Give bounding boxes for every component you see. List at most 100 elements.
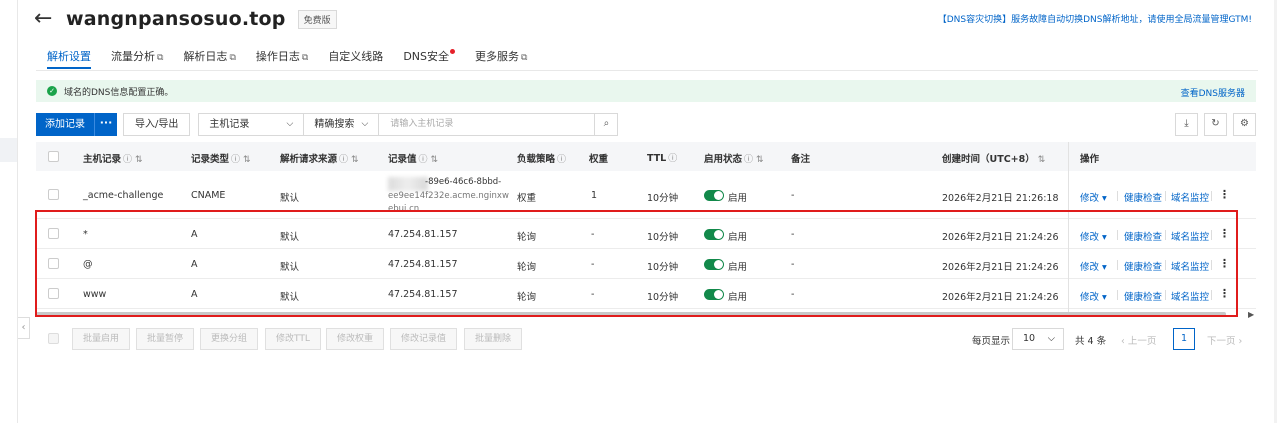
table-header: 主机记录 ⓘ ⇅ 记录类型 ⓘ ⇅ 解析请求来源 ⓘ ⇅ 记录值 ⓘ ⇅ 负载策略 ⓘ 权重 TT… [36, 142, 1256, 171]
bulk-enable-button[interactable]: 批量启用 [72, 328, 131, 350]
tab-dns-settings[interactable]: 解析设置 [47, 48, 91, 70]
external-link-icon: ⧉ [229, 53, 236, 63]
cell-ttl: 10分钟 [647, 193, 679, 204]
dns-status-alert: ✓ 域名的DNS信息配置正确。 查看DNS服务器 [36, 80, 1256, 102]
cell-value: ee9ee14f232e.acme.nginxw [388, 191, 509, 201]
add-record-button[interactable]: 添加记录 [36, 113, 94, 136]
chevron-down-icon: ⌵ [361, 119, 369, 129]
cell-value: -89e6-46c6-8bbd- [425, 177, 502, 187]
select-all-checkbox[interactable] [48, 151, 59, 162]
col-status: 启用状态 ⓘ ⇅ [704, 154, 764, 165]
page-scrollbar[interactable] [1274, 0, 1277, 423]
page-title: wangnpansosuo.top [66, 8, 286, 30]
plan-badge: 免费版 [297, 9, 337, 29]
footer-select-all-checkbox[interactable] [48, 333, 59, 344]
bulk-pause-button[interactable]: 批量暂停 [136, 328, 195, 350]
sort-icon[interactable]: ⇅ [1038, 155, 1046, 165]
help-icon: ⓘ [123, 155, 133, 165]
field-select[interactable]: 主机记录 ⌵ [198, 113, 305, 136]
search-icon[interactable]: ⌕ [595, 113, 619, 136]
help-icon: ⓘ [231, 155, 241, 165]
col-source: 解析请求来源 ⓘ ⇅ [280, 154, 359, 165]
back-arrow-icon[interactable]: ← [34, 8, 58, 30]
more-actions-button[interactable]: ··· [94, 113, 117, 136]
col-host: 主机记录 ⓘ ⇅ [83, 154, 143, 165]
dns-settings-page: ‹ ← wangnpansosuo.top 免费版 【DNS容灾切换】服务故障自… [0, 0, 1280, 423]
search-mode-select[interactable]: 精确搜索 ⌵ [303, 113, 380, 136]
search-input[interactable]: 请输入主机记录 [379, 113, 596, 136]
tab-divider [36, 70, 1258, 71]
redacted-value [388, 177, 428, 191]
col-ttl: TTL ⓘ [647, 153, 678, 164]
help-icon: ⓘ [668, 154, 678, 164]
sort-icon[interactable]: ⇅ [135, 155, 143, 165]
page-size-label: 每页显示 [972, 336, 1011, 347]
tab-custom-lines[interactable]: 自定义线路 [328, 48, 383, 70]
help-icon: ⓘ [339, 155, 349, 165]
col-weight: 权重 [589, 154, 609, 165]
cell-remark: - [791, 190, 795, 201]
help-icon: ⓘ [418, 155, 428, 165]
table-footer: 批量启用 批量暂停 更换分组 修改TTL 修改权重 修改记录值 批量删除 每页显… [36, 328, 1256, 350]
col-lb: 负载策略 ⓘ [517, 154, 567, 165]
tab-bar: 解析设置 流量分析 ⧉ 解析日志 ⧉ 操作日志 ⧉ 自定义线路 DNS安全 更多服务 ⧉ [47, 48, 547, 70]
sidebar-highlight [0, 138, 17, 162]
check-circle-icon: ✓ [47, 86, 57, 96]
health-check-link[interactable]: 健康检查 [1124, 190, 1162, 204]
gtm-promo-link[interactable]: 【DNS容灾切换】服务故障自动切换DNS解析地址，请使用全局流量管理GTM! [938, 12, 1252, 25]
cell-host: _acme-challenge [83, 190, 164, 201]
left-sidebar-rail [0, 0, 18, 423]
domain-monitor-link[interactable]: 域名监控 [1171, 190, 1209, 204]
refresh-icon[interactable]: ↻ [1204, 113, 1227, 136]
record-toolbar: 添加记录 ··· 导入/导出 主机记录 ⌵ 精确搜索 ⌵ 请输入主机记录 ⌕ [36, 113, 619, 136]
modify-ttl-button[interactable]: 修改TTL [265, 328, 321, 350]
download-icon[interactable]: ⤓ [1175, 113, 1198, 136]
more-vertical-icon[interactable]: ⋮ [1219, 188, 1230, 201]
chevron-down-icon: ⌵ [286, 119, 294, 129]
tab-dns-security[interactable]: DNS安全 [403, 48, 455, 70]
chevron-left-icon: ‹ [1121, 336, 1125, 347]
highlight-annotation-box [35, 210, 1238, 317]
change-group-button[interactable]: 更换分组 [200, 328, 259, 350]
sort-icon[interactable]: ⇅ [756, 155, 764, 165]
tab-resolve-logs[interactable]: 解析日志 ⧉ [183, 48, 235, 70]
tab-more-services[interactable]: 更多服务 ⧉ [475, 48, 527, 70]
external-link-icon: ⧉ [301, 53, 309, 63]
external-link-icon: ⧉ [157, 53, 164, 63]
caret-down-icon: ▾ [1102, 193, 1107, 204]
current-page-button[interactable]: 1 [1173, 328, 1195, 350]
sidebar-collapse-icon[interactable]: ‹ [18, 317, 30, 339]
col-created: 创建时间（UTC+8） ⇅ [942, 154, 1046, 165]
help-icon: ⓘ [557, 155, 567, 165]
total-count: 共 4 条 [1075, 336, 1107, 347]
cell-weight: 1 [591, 190, 598, 201]
page-header: ← wangnpansosuo.top 免费版 [34, 8, 337, 30]
edit-link[interactable]: 修改 ▾ [1080, 190, 1107, 204]
modify-weight-button[interactable]: 修改权重 [326, 328, 385, 350]
cell-status: 启用 [728, 193, 748, 204]
col-type: 记录类型 ⓘ ⇅ [191, 154, 251, 165]
scroll-right-icon[interactable]: ▶ [1248, 310, 1254, 319]
alert-text: 域名的DNS信息配置正确。 [64, 87, 174, 98]
view-dns-servers-link[interactable]: 查看DNS服务器 [1181, 86, 1245, 99]
tab-traffic-analysis[interactable]: 流量分析 ⧉ [111, 48, 163, 70]
cell-source: 默认 [280, 193, 300, 204]
next-page-button[interactable]: 下一页 › [1207, 333, 1242, 347]
sort-icon[interactable]: ⇅ [431, 155, 439, 165]
help-icon: ⓘ [744, 155, 754, 165]
cell-type: CNAME [191, 190, 226, 201]
sort-icon[interactable]: ⇅ [351, 155, 359, 165]
settings-gear-icon[interactable]: ⚙ [1233, 113, 1256, 136]
table-tools: ⤓ ↻ ⚙ [1169, 113, 1256, 136]
cell-lb: 权重 [517, 193, 537, 204]
col-remark: 备注 [791, 154, 811, 165]
tab-operation-logs[interactable]: 操作日志 ⧉ [256, 48, 308, 70]
status-toggle[interactable] [704, 190, 724, 201]
sort-icon[interactable]: ⇅ [243, 155, 251, 165]
modify-value-button[interactable]: 修改记录值 [390, 328, 458, 350]
page-size-select[interactable]: 10 ⌵ [1012, 328, 1064, 350]
row-checkbox[interactable] [48, 189, 59, 200]
import-export-button[interactable]: 导入/导出 [123, 113, 191, 136]
prev-page-button[interactable]: ‹ 上一页 [1121, 333, 1156, 347]
bulk-delete-button[interactable]: 批量删除 [464, 328, 523, 350]
